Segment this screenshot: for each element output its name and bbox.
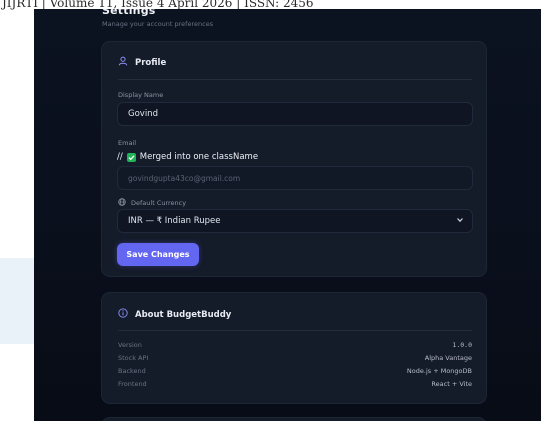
user-icon (118, 56, 135, 69)
info-row-frontend: Frontend React + Vite (118, 380, 472, 388)
info-icon (118, 308, 135, 321)
info-row-backend: Backend Node.js + MongoDB (118, 367, 472, 375)
check-mark-icon (126, 152, 136, 162)
settings-app: Settings Manage your account preferences… (34, 9, 541, 421)
comment-text: Merged into one className (139, 152, 259, 162)
next-card-partial (101, 417, 487, 421)
page-subtitle: Manage your account preferences (102, 20, 214, 28)
about-card-header: About BudgetBuddy (118, 308, 231, 321)
profile-card: Profile Display Name Govind Email // Mer… (101, 41, 487, 277)
comment-prefix: // (117, 152, 123, 162)
info-row-version: Version 1.0.0 (118, 341, 472, 349)
profile-card-header: Profile (118, 56, 166, 69)
profile-divider (118, 79, 472, 80)
code-comment-line: // Merged into one className (117, 152, 258, 162)
display-name-input[interactable]: Govind (117, 102, 473, 126)
email-input[interactable]: govindgupta43co@gmail.com (117, 166, 473, 190)
about-divider (118, 330, 472, 331)
currency-label: Default Currency (118, 198, 186, 208)
globe-icon (118, 198, 131, 208)
info-label: Stock API (118, 354, 149, 362)
page-side-strip (0, 258, 34, 344)
info-value: React + Vite (431, 380, 472, 388)
about-card-title: About BudgetBuddy (135, 309, 232, 320)
save-changes-button[interactable]: Save Changes (117, 243, 199, 266)
info-value: 1.0.0 (452, 341, 472, 349)
email-label: Email (118, 139, 137, 147)
info-label: Version (118, 341, 142, 349)
info-value: Alpha Vantage (424, 354, 472, 362)
chevron-down-icon (456, 216, 464, 226)
currency-select-value: INR — ₹ Indian Rupee (128, 216, 221, 226)
info-label: Backend (118, 367, 146, 375)
currency-select[interactable]: INR — ₹ Indian Rupee (117, 209, 473, 233)
profile-card-title: Profile (135, 57, 167, 68)
display-name-label: Display Name (118, 91, 164, 99)
info-value: Node.js + MongoDB (406, 367, 472, 375)
page-title: Settings (102, 9, 156, 17)
currency-label-text: Default Currency (131, 199, 187, 207)
about-card: About BudgetBuddy Version 1.0.0 Stock AP… (101, 292, 487, 404)
info-row-stock-api: Stock API Alpha Vantage (118, 354, 472, 362)
info-label: Frontend (118, 380, 147, 388)
